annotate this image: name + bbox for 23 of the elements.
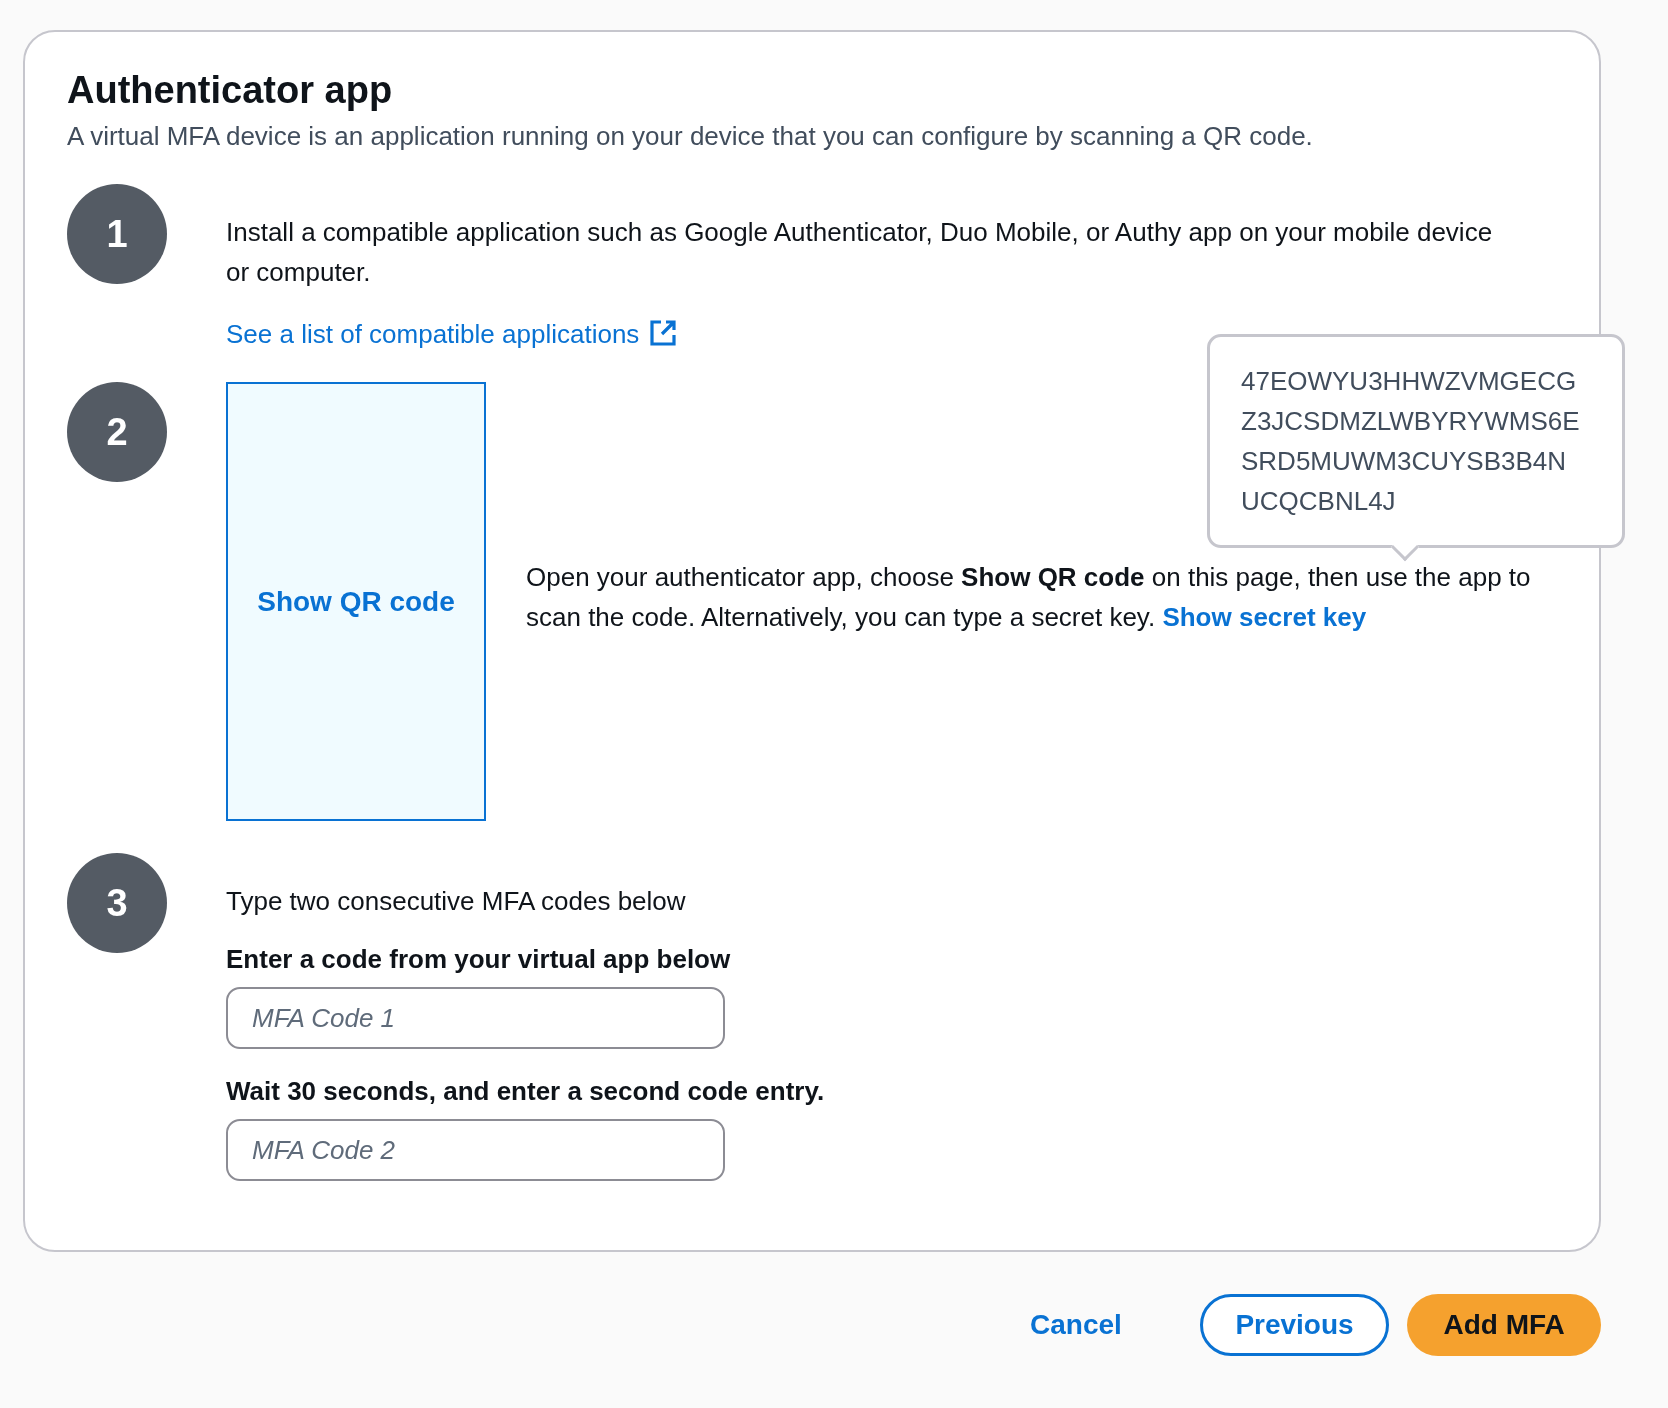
external-link-icon [649, 319, 678, 347]
field-label: Enter a code from your virtual app below [226, 943, 731, 976]
step-number: 1 [67, 184, 167, 284]
secret-key-text: Z3JCSDMZLWBYRYWMS6E [1241, 405, 1581, 438]
step-text: Type two consecutive MFA codes below [226, 885, 686, 918]
secret-key-text: SRD5MUWM3CUYSB3B4N [1241, 445, 1568, 478]
compatible-apps-link[interactable]: See a list of compatible applications [226, 316, 678, 352]
step-text: Install a compatible application such as Google Authenticator, Duo Mobile, or Authy app on your mobile device or computer. [226, 216, 1494, 289]
show-qr-code-button[interactable]: Show QR code [226, 382, 486, 821]
panel-title: Authenticator app [67, 68, 393, 113]
show-secret-key-link[interactable]: Show secret key [1162, 601, 1367, 632]
field-label: Wait 30 seconds, and enter a second code entry. [226, 1075, 825, 1108]
step-number: 3 [67, 853, 167, 953]
panel-description: A virtual MFA device is an application running on your device that you can configure by scanning a QR code. [67, 120, 1313, 153]
previous-button[interactable]: Previous [1199, 1294, 1390, 1356]
secret-key-text: 47EOWYU3HHWZVMGECG [1241, 365, 1578, 398]
cancel-button[interactable]: Cancel [1010, 1294, 1142, 1356]
add-mfa-button[interactable]: Add MFA [1407, 1294, 1601, 1356]
step-text: Open your authenticator app, choose Show QR code on this page, then use the app to scan the code. Alternatively, you can type a secret key. Show secret key [526, 560, 1532, 634]
mfa-code-field[interactable]: MFA Code 1 [226, 987, 725, 1049]
secret-key-text: UCQCBNL4J [1241, 485, 1397, 518]
step-number: 2 [67, 382, 167, 482]
mfa-code-field[interactable]: MFA Code 2 [226, 1119, 725, 1181]
